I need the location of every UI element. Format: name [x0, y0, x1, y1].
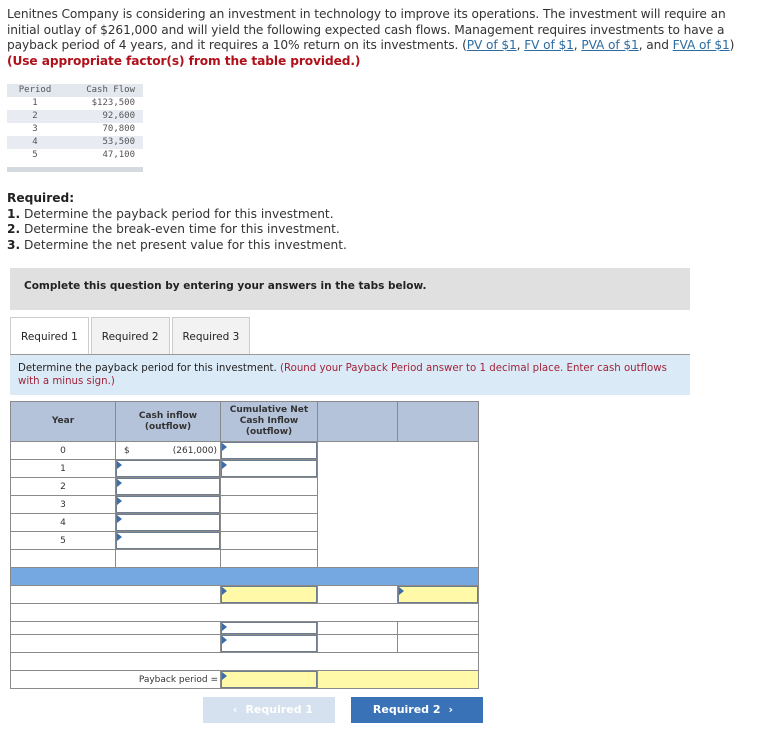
payback-period-unit-cell: [317, 670, 479, 689]
cash-input-2[interactable]: [116, 478, 220, 495]
problem-statement: Lenitnes Company is considering an inves…: [7, 7, 735, 68]
cumulative-input-1[interactable]: [221, 460, 317, 477]
chevron-left-icon: ‹: [232, 703, 238, 716]
cash-input-3[interactable]: [116, 496, 220, 513]
table-row: [10, 621, 479, 635]
pv-of-1-link[interactable]: PV of $1: [467, 38, 517, 52]
instruction-emphasis: (Use appropriate factor(s) from the tabl…: [7, 53, 361, 68]
cash-flow-header: Period Cash Flow: [7, 84, 143, 97]
tab-required-1[interactable]: Required 1: [10, 317, 89, 355]
payback-worksheet: Year Cash inflow (outflow) Cumulative Ne…: [10, 401, 479, 689]
cash-flow-row: 1 $123,500: [32, 98, 135, 108]
required-title: Required:: [7, 191, 75, 205]
chevron-right-icon: ›: [448, 703, 454, 716]
prev-required-button[interactable]: ‹ Required 1: [203, 697, 335, 723]
worksheet-header: Year Cash inflow (outflow) Cumulative Ne…: [10, 401, 479, 442]
tab-bar: Required 1 Required 2 Required 3: [10, 317, 252, 355]
cash-flow-row: 3 70,800: [32, 124, 135, 134]
cash-flow-row: 5 47,100: [32, 150, 135, 160]
next-required-button[interactable]: Required 2 ›: [351, 697, 483, 723]
table-row: [10, 634, 479, 653]
cash-input-4[interactable]: [116, 514, 220, 531]
cash-input-5[interactable]: [116, 532, 220, 549]
fv-of-1-link[interactable]: FV of $1: [524, 38, 574, 52]
payback-input-c[interactable]: [221, 622, 317, 634]
pva-of-1-link[interactable]: PVA of $1: [581, 38, 638, 52]
payback-row: Payback period =: [10, 670, 479, 689]
payback-period-input[interactable]: [221, 671, 317, 688]
year0-cash: $ (261,000): [115, 441, 221, 460]
cash-flow-row: 4 53,500: [7, 136, 143, 149]
payback-input-b[interactable]: [398, 586, 478, 603]
instructions-banner: Complete this question by entering your …: [10, 268, 690, 310]
section-divider-row: [10, 567, 479, 586]
tab-instruction: Determine the payback period for this in…: [10, 355, 690, 395]
table-row: [10, 603, 479, 622]
required-item: 2. Determine the break-even time for thi…: [7, 222, 340, 236]
payback-input-d[interactable]: [221, 635, 317, 652]
payback-period-label: Payback period =: [10, 670, 221, 689]
header-cash-inflow: Cash inflow (outflow): [115, 401, 221, 442]
payback-input-a[interactable]: [221, 586, 317, 603]
table-row: [10, 585, 479, 604]
header-cumulative: Cumulative Net Cash Inflow (outflow): [220, 401, 318, 442]
required-item: 3. Determine the net present value for t…: [7, 237, 347, 252]
required-list: Required: 1. Determine the payback perio…: [7, 191, 347, 253]
table-row: [10, 652, 479, 671]
cash-input-1[interactable]: [116, 460, 220, 477]
cash-flow-row: 2 92,600: [7, 110, 143, 123]
header-year: Year: [10, 401, 116, 442]
table-row: 0 $ (261,000): [10, 441, 479, 568]
required-item: 1. Determine the payback period for this…: [7, 206, 334, 221]
tab-required-2[interactable]: Required 2: [90, 317, 170, 354]
cash-flow-footer: [7, 167, 143, 172]
header-blank-2: [397, 401, 479, 442]
cash-flow-table: Period Cash Flow 1 $123,500 2 92,600 3 70,8…: [7, 84, 143, 172]
header-blank-1: [317, 401, 398, 442]
tab-required-3[interactable]: Required 3: [171, 317, 251, 354]
cumulative-input-0[interactable]: [221, 442, 317, 459]
fva-of-1-link[interactable]: FVA of $1: [673, 38, 730, 52]
